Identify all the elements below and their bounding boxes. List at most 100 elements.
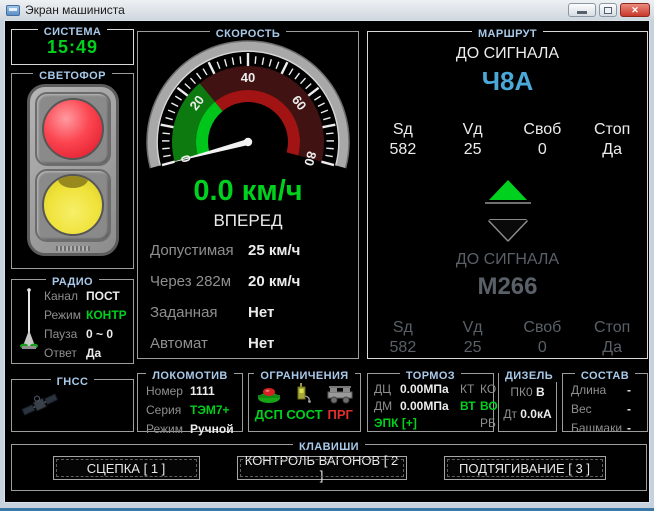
radio-row-value: КОНТР — [86, 308, 127, 322]
wagon-control-button[interactable]: КОНТРОЛЬ ВАГОНОВ [ 2 ] — [236, 453, 407, 483]
route-col-value: 582 — [389, 339, 417, 356]
window-controls: ✕ — [568, 3, 650, 17]
restriction-label: ДСП — [254, 407, 283, 422]
route-panel: МАРШРУТ ДО СИГНАЛА Ч8А Sд 582 Vд 25 Своб… — [367, 28, 648, 359]
radio-row: Пауза 0 ~ 0 — [44, 326, 127, 343]
maximize-button[interactable] — [599, 3, 617, 17]
brake-flag: КТ — [460, 382, 475, 396]
traffic-light-panel-title: СВЕТОФОР — [12, 66, 133, 84]
radio-row-label: Режим — [44, 308, 81, 322]
route-col: Своб 0 — [508, 318, 578, 358]
diesel-row: Дт 0.0кА — [503, 406, 551, 423]
direction-down-arrow-icon — [488, 220, 527, 240]
route-col-header: Своб — [523, 121, 562, 138]
speed-row-value: 25 км/ч — [248, 242, 301, 259]
restriction-prg: ПРГ — [326, 384, 354, 422]
traffic-light — [12, 84, 133, 256]
brake-panel: ТОРМОЗ ДЦ 0.00МПа КТ КО ДМ 0.00МПа ВТ ВО… — [367, 370, 498, 432]
route-col-value: 25 — [463, 141, 482, 158]
speed-row-label: Через 282м — [150, 273, 232, 290]
locomotive-row-value: Ручной — [190, 422, 234, 436]
restriction-sost: СОСТ — [286, 382, 323, 422]
speed-row-value: 20 км/ч — [248, 273, 301, 290]
radio-handset-icon — [297, 383, 312, 403]
traffic-light-top-cell — [34, 92, 111, 166]
direction-up-arrow-icon — [488, 180, 527, 200]
speed-gauge-dial: 020406080 — [146, 40, 350, 169]
locomotive-row-label: Режим — [146, 422, 183, 436]
gnss-panel: ГНСС — [11, 376, 134, 432]
epk-status: ЭПК [+] — [374, 416, 417, 430]
train-row: Башмаки - — [571, 420, 647, 437]
brake-flag: ВО — [480, 399, 498, 413]
route-col-value: Да — [602, 339, 622, 356]
coupling-button[interactable]: СЦЕПКА [ 1 ] — [52, 456, 200, 480]
route-panel-title: МАРШРУТ — [368, 24, 647, 42]
locomotive-row-value: 1111 — [190, 384, 215, 398]
dispatcher-button-icon — [257, 388, 280, 403]
prev-signal-name: М266 — [477, 273, 538, 300]
wagon-icon — [327, 386, 353, 404]
brake-label: ДМ — [374, 399, 393, 413]
system-clock: 15:49 — [46, 36, 99, 57]
route-col-header: Стоп — [593, 121, 631, 138]
route-col: Sд 582 — [368, 120, 438, 160]
yellow-lamp — [41, 174, 104, 237]
speed-row: Автомат Нет — [138, 328, 358, 359]
speed-row-value: Нет — [248, 335, 275, 352]
restriction-dsp: ДСП — [255, 384, 283, 422]
route-col-header: Sд — [392, 121, 413, 138]
route-col-header: Vд — [462, 121, 483, 138]
current-speed: 0.0 км/ч — [193, 175, 303, 207]
locomotive-row: Режим Ручной — [146, 421, 242, 438]
route-col-value: 25 — [463, 339, 482, 356]
radio-row: Ответ Да — [44, 345, 127, 362]
route-col-value: 0 — [537, 339, 547, 356]
locomotive-row: Серия ТЭМ7+ — [146, 402, 242, 419]
traffic-light-panel: СВЕТОФОР — [11, 70, 134, 269]
pull-up-button[interactable]: ПОДТЯГИВАНИЕ [ 3 ] — [443, 456, 606, 480]
maximize-icon — [604, 6, 612, 14]
speed-row: Заданная Нет — [138, 297, 358, 328]
arrow-underline — [484, 202, 531, 204]
restriction-label: СОСТ — [286, 407, 323, 422]
radio-row: Канал ПОСТ — [44, 288, 127, 305]
satellite-icon — [21, 393, 59, 416]
brake-flag: КО — [480, 382, 497, 396]
locomotive-row-label: Серия — [146, 403, 182, 417]
window-title: Экран машиниста — [25, 3, 125, 17]
diesel-label: Дт — [503, 407, 517, 421]
speed-row: Допустимая 25 км/ч — [138, 235, 358, 266]
train-row-label: Вес — [571, 402, 592, 416]
direction-label: ВПЕРЕД — [213, 211, 283, 230]
diesel-panel: ДИЗЕЛЬ ПК0 В Дт 0.0кА — [498, 370, 559, 432]
train-panel: СОСТАВ Длина - Вес - Башмаки - — [562, 370, 648, 435]
route-col-header: Своб — [523, 319, 562, 336]
app-window: Экран машиниста ✕ СИСТЕМА 15:49 СВЕТОФОР — [0, 0, 654, 511]
prev-signal-data: Sд 582 Vд 25 Своб 0 Стоп Да — [368, 318, 647, 358]
client-area: СИСТЕМА 15:49 СВЕТОФОР РАДИО Канал ПОСТ … — [4, 20, 650, 503]
traffic-light-bottom-cell — [34, 168, 111, 243]
app-icon — [6, 4, 20, 16]
radio-row-label: Канал — [44, 289, 78, 303]
route-col: Sд 582 — [368, 318, 438, 358]
diesel-row: ПК0 В — [510, 384, 544, 401]
speed-panel: СКОРОСТЬ 020406080 0.0 км/ч ВПЕРЕД Допус… — [137, 28, 359, 359]
brake-value: 0.00МПа — [400, 399, 449, 413]
radio-panel: РАДИО Канал ПОСТ Режим КОНТР Пауза 0 ~ 0… — [11, 276, 134, 364]
antenna-icon — [20, 288, 38, 349]
minimize-button[interactable] — [568, 3, 596, 17]
locomotive-row: Номер 1111 — [146, 383, 242, 400]
train-row: Вес - — [571, 401, 647, 418]
close-button[interactable]: ✕ — [620, 3, 650, 17]
train-row-value: - — [627, 402, 631, 416]
speed-row-label: Заданная — [150, 304, 218, 321]
radio-row-value: Да — [86, 346, 102, 360]
speed-gauge: 020406080 — [138, 40, 358, 174]
speed-row-label: Допустимая — [150, 242, 234, 259]
radio-row-label: Ответ — [44, 346, 77, 360]
prev-signal-caption: ДО СИГНАЛА — [455, 251, 560, 268]
train-row-value: - — [627, 421, 631, 435]
brake-value: 0.00МПа — [400, 382, 449, 396]
route-col: Vд 25 — [438, 120, 508, 160]
